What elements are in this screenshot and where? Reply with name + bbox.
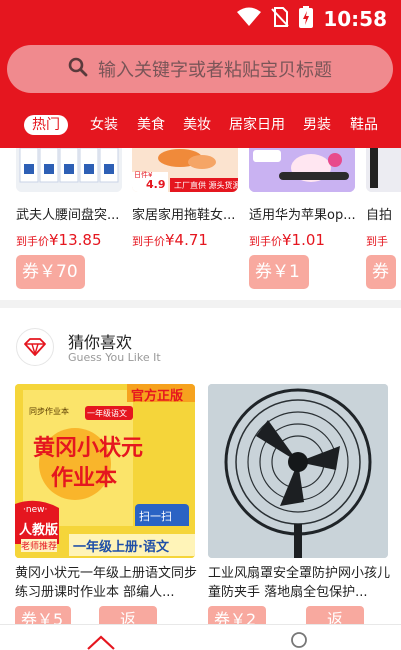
no-sim-icon [271, 7, 290, 31]
hot-items-carousel: 武夫人腰间盘突... 到手价¥13.85 券￥70 日件¥ 4.9 工厂直供 源… [0, 148, 401, 300]
wifi-icon [237, 7, 262, 31]
search-placeholder: 输入关键字或者粘贴宝贝标题 [98, 60, 332, 81]
hot-item-price: 到手 [366, 235, 388, 248]
search-bar[interactable]: 输入关键字或者粘贴宝贝标题 [7, 45, 393, 93]
home-tab-icon[interactable] [86, 633, 116, 650]
rebate-badge: 返 [306, 606, 364, 624]
coupon-badge: 券￥1 [249, 255, 309, 289]
product-image-grade: 一年级上册·语文 [73, 540, 169, 555]
hot-item-image-banner: 工厂直供 源头货源 [174, 181, 238, 190]
tab-hot[interactable]: 热门 [24, 115, 68, 135]
product-image [208, 384, 388, 558]
product-image-tag: 官方正版 [131, 389, 184, 404]
hot-item-price: 到手价¥4.71 [132, 231, 208, 249]
product-image-new: ·new· [23, 505, 48, 515]
product-image-edition: 人教版 [19, 523, 59, 538]
product-image-line2: 一年级语文 [87, 409, 127, 418]
product-image-brand: 黄冈小状元 [33, 436, 144, 461]
top-header: 10:58 输入关键字或者粘贴宝贝标题 热门 女装 美食 美妆 居家日用 男装 … [0, 0, 401, 148]
coupon-badge: 券 [366, 255, 396, 289]
section-title: 猜你喜欢 [68, 333, 133, 352]
coupon-badge: 券￥70 [16, 255, 85, 289]
hot-item-image [16, 148, 122, 192]
guess-you-like-section: 猜你喜欢 Guess You Like It 官方正版 同步作业本 一年级语文 … [0, 308, 401, 624]
product-image-teacher: 老师推荐 [21, 539, 58, 552]
profile-tab-icon[interactable] [288, 631, 310, 650]
bottom-nav [0, 624, 401, 650]
tab-shoes[interactable]: 鞋品 [350, 113, 378, 137]
hot-item-title: 家居家用拖鞋女... [132, 208, 236, 223]
product-image-book: 作业本 [51, 466, 118, 491]
rebate-badge: 返 [99, 606, 157, 624]
product-image-scan: 扫一扫 [139, 510, 172, 523]
hot-item-title: 武夫人腰间盘突... [16, 208, 120, 223]
hot-item-price: 到手价¥1.01 [249, 231, 325, 249]
coupon-badge: 券￥5 [15, 606, 71, 624]
hot-item-image: 日件¥ 4.9 工厂直供 源头货源 [132, 148, 238, 192]
status-bar: 10:58 [0, 0, 401, 36]
coupon-badge: 券￥2 [208, 606, 266, 624]
tab-beauty[interactable]: 美妆 [183, 113, 211, 137]
hot-item-title: 自拍 [366, 208, 393, 223]
tab-home[interactable]: 居家日用 [229, 113, 285, 137]
battery-charging-icon [299, 6, 314, 32]
status-time: 10:58 [323, 7, 387, 31]
tab-men[interactable]: 男装 [303, 113, 331, 137]
hot-item-title: 适用华为苹果op... [249, 208, 356, 223]
search-icon [68, 57, 88, 81]
hot-item-price: 到手价¥13.85 [16, 231, 102, 249]
product-image: 官方正版 同步作业本 一年级语文 黄冈小状元 作业本 扫一扫 ·new· 人教版… [15, 384, 195, 558]
tab-food[interactable]: 美食 [137, 113, 165, 137]
hot-item-image [366, 148, 401, 192]
hot-item-image [249, 148, 355, 192]
product-title: 工业风扇罩安全罩防护网小孩儿童防夹手 落地扇全包保护... [208, 566, 390, 600]
product-image-line1: 同步作业本 [29, 407, 69, 416]
section-subtitle: Guess You Like It [68, 351, 161, 364]
diamond-icon [16, 328, 54, 366]
tab-women[interactable]: 女装 [90, 113, 118, 137]
product-title: 黄冈小状元一年级上册语文同步练习册课时作业本 部编人... [15, 566, 197, 600]
category-tabs: 热门 女装 美食 美妆 居家日用 男装 鞋品 [0, 113, 401, 137]
hot-item-image-price: 4.9 [146, 178, 166, 191]
